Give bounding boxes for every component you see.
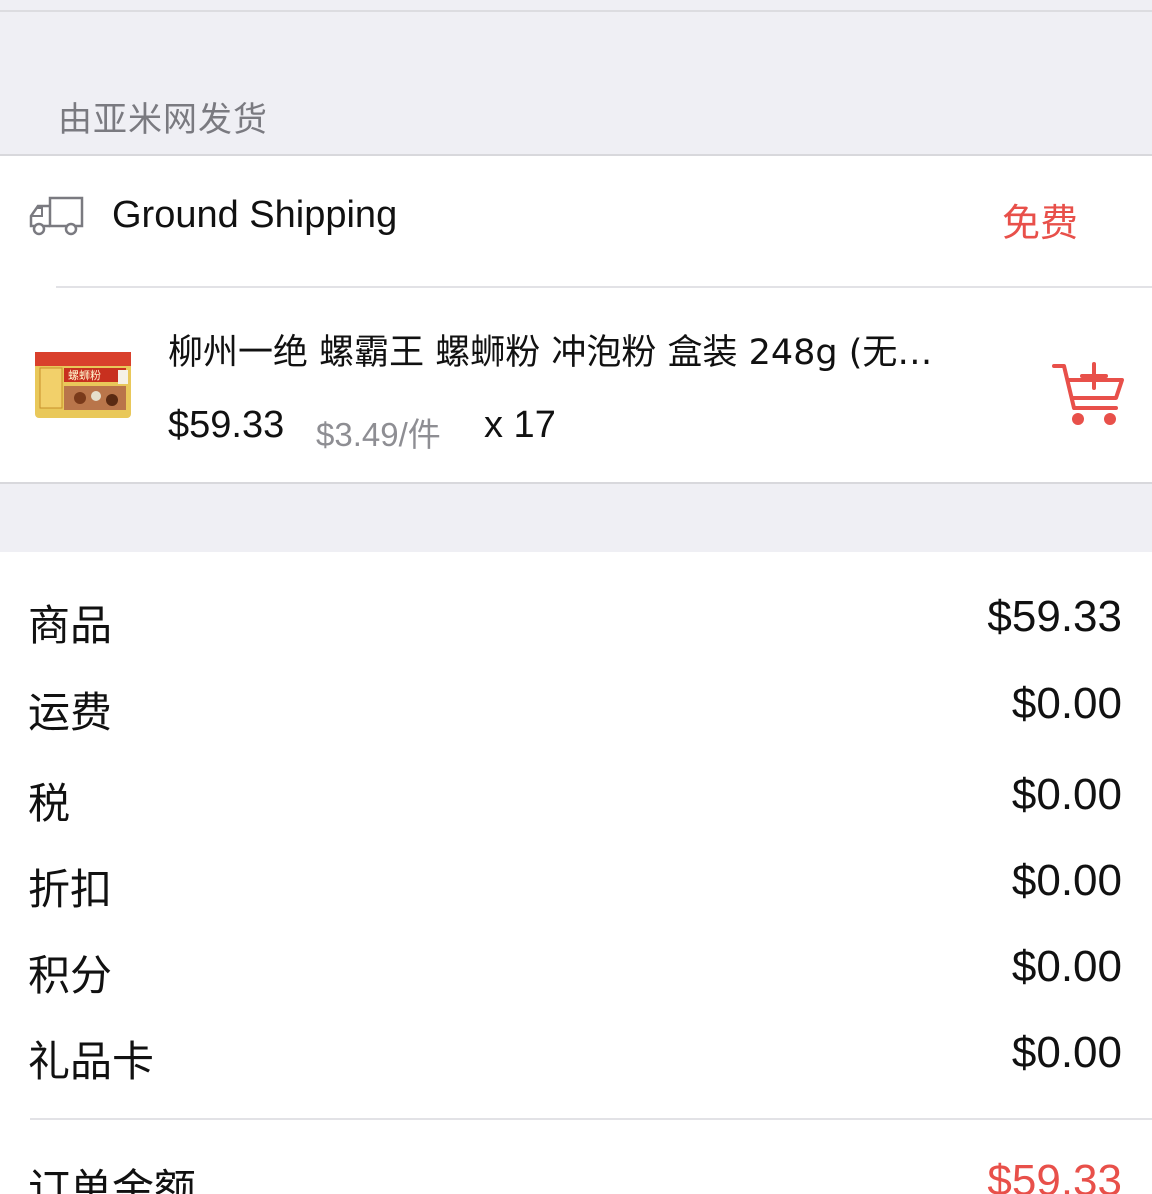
summary-label: 积分 [28,951,113,1000]
product-unit-price: $3.49/件 [316,416,441,453]
order-total-row: 订单金额 $59.33 [0,1156,1152,1194]
order-total-value: $59.33 [987,1156,1122,1194]
summary-row-gift-card: 礼品卡 $0.00 [0,1028,1152,1108]
seller-label: 由亚米网发货 [58,100,268,140]
product-total-price: $59.33 [168,404,285,446]
summary-value: $0.00 [1011,942,1122,991]
seller-header: 由亚米网发货 [0,0,1152,154]
summary-row-points: 积分 $0.00 [0,942,1152,1022]
order-review-page: 由亚米网发货 Ground Shipping 免费 螺蛳粉 柳州一绝 螺霸王 螺… [0,0,1152,1194]
add-to-cart-icon[interactable] [1050,358,1126,428]
summary-row-shipping: 运费 $0.00 [0,679,1152,759]
order-total-label: 订单金额 [28,1165,197,1194]
summary-value: $0.00 [1011,770,1122,819]
summary-label: 礼品卡 [28,1037,155,1086]
summary-row-goods: 商品 $59.33 [0,592,1152,672]
summary-label: 商品 [28,601,113,650]
summary-row-tax: 税 $0.00 [0,770,1152,850]
product-title[interactable]: 柳州一绝 螺霸王 螺蛳粉 冲泡粉 盒装 248g (无… [168,324,1018,375]
truck-icon [29,196,84,236]
divider [0,10,1152,12]
divider [30,1118,1152,1120]
summary-label: 税 [28,779,71,828]
summary-row-discount: 折扣 $0.00 [0,856,1152,936]
shipping-method-label: Ground Shipping [112,194,398,236]
summary-value: $0.00 [1011,1028,1122,1077]
summary-value: $59.33 [987,592,1122,641]
section-spacer [0,484,1152,552]
shipping-method-row[interactable]: Ground Shipping 免费 [0,156,1152,286]
summary-value: $0.00 [1011,679,1122,728]
package-text: 螺蛳粉 [68,369,101,382]
summary-label: 运费 [28,688,113,737]
summary-value: $0.00 [1011,856,1122,905]
product-quantity: x 17 [484,404,556,446]
summary-label: 折扣 [28,865,113,914]
cart-item[interactable]: 螺蛳粉 柳州一绝 螺霸王 螺蛳粉 冲泡粉 盒装 248g (无… $59.33 … [0,288,1152,482]
product-image: 螺蛳粉 [35,352,131,418]
shipping-fee: 免费 [1001,201,1078,245]
